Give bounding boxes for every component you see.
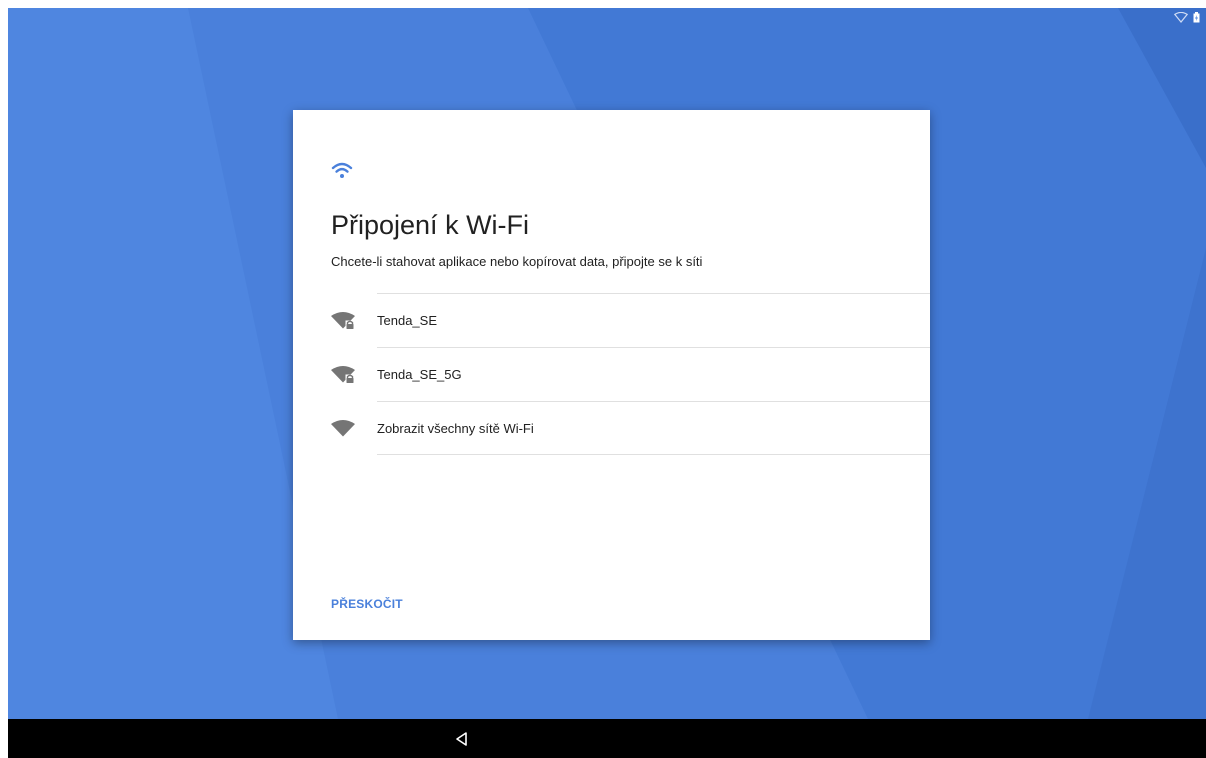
network-item-tenda-se[interactable]: Tenda_SE: [293, 294, 930, 347]
skip-button[interactable]: PŘESKOČIT: [331, 597, 403, 611]
wifi-setup-card: Připojení k Wi-Fi Chcete-li stahovat apl…: [293, 110, 930, 640]
page-subtitle: Chcete-li stahovat aplikace nebo kopírov…: [331, 254, 703, 269]
wifi-locked-icon: [331, 366, 357, 384]
navigation-bar: [8, 719, 1206, 758]
back-icon[interactable]: [454, 731, 470, 747]
show-all-networks-item[interactable]: Zobrazit všechny sítě Wi-Fi: [293, 402, 930, 455]
wifi-icon: [331, 420, 357, 438]
network-list: Tenda_SE Tenda_SE_5G Zobrazit všechny sí…: [293, 293, 930, 455]
status-bar-icons: [1174, 12, 1200, 23]
network-name: Tenda_SE: [377, 313, 437, 328]
network-name: Tenda_SE_5G: [377, 367, 462, 382]
list-divider: [377, 454, 930, 455]
wifi-locked-icon: [331, 312, 357, 330]
page-title: Připojení k Wi-Fi: [331, 210, 530, 240]
wifi-icon: [331, 161, 353, 181]
battery-charging-icon: [1193, 12, 1200, 23]
show-all-networks-label: Zobrazit všechny sítě Wi-Fi: [377, 421, 534, 436]
wifi-outline-icon: [1174, 12, 1188, 23]
network-item-tenda-se-5g[interactable]: Tenda_SE_5G: [293, 348, 930, 401]
